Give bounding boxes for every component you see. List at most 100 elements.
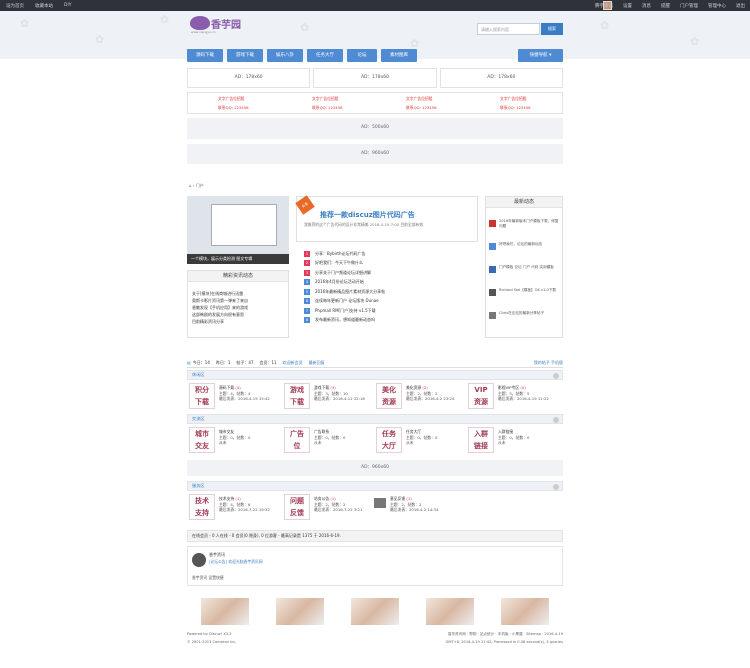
home-icon[interactable]: ⌂ [189, 183, 192, 188]
headline-list: 1 分享：Bybirth论坛代码广告 2 好吧我们：今天下午做什么 3 分享关于门户频… [304, 249, 478, 325]
shout-links: 香芋资讯 设置快捷 [192, 575, 224, 580]
photo-thumb[interactable] [201, 598, 249, 625]
mobile-link[interactable]: 手机版 [551, 360, 563, 365]
text-ads: 文字广告位招租 联系QQ: 123456 文字广告位招租 联系QQ: 12345… [187, 92, 563, 114]
text-ad-link[interactable]: 文字广告位招租 [312, 96, 339, 102]
list-item[interactable]: 好吧我们，论坛的最新动态 [489, 242, 561, 260]
nav-item-tasks[interactable]: 任务大厅 [307, 49, 343, 62]
paw-icon: ✿ [95, 33, 105, 46]
welcome-link[interactable]: 欢迎新会员 [283, 360, 303, 366]
ad-banner-500[interactable]: AD：500x60 [187, 118, 563, 139]
footer-links[interactable]: 香芋资讯网 · 帮助 · 站点统计 · 手机版 · 小黑屋 · Sitemap … [448, 632, 563, 637]
list-item[interactable]: 目前精彩资讯分享 [188, 318, 288, 325]
my-posts-link[interactable]: 我的帖子 [534, 360, 550, 365]
ad-banner-960[interactable]: AD：960x60 [187, 144, 563, 164]
list-item[interactable]: 6 连续每年更新门户 论坛版块 Dunae [304, 297, 478, 307]
avatar[interactable] [192, 553, 206, 567]
bookmark-link[interactable]: 收藏本站 [35, 3, 53, 9]
list-item[interactable]: 5 2016年最新精品图片素材资源大分享帖 [304, 287, 478, 297]
nav-item-source[interactable]: 源码下载 [187, 49, 223, 62]
photo-thumb[interactable] [501, 598, 549, 625]
search-input[interactable]: 请输入搜索内容 [477, 23, 540, 35]
forum-item[interactable]: 入群 链接 入群链接 主题：0，帖数：0 从未 [468, 425, 558, 457]
list-item[interactable]: 奥斯卡影片资讯第一弹来了来自 [188, 297, 288, 304]
nav-item-games[interactable]: 游戏下载 [227, 49, 263, 62]
footer-copyright: © 2001-2013 Comsenz Inc. [187, 640, 237, 644]
forum-section-header[interactable]: 服务区 [187, 481, 563, 491]
footer-meta: GMT+8, 2016-4-19 21:42, Processed in 0.0… [445, 640, 563, 644]
headline-title[interactable]: 推荐一款discuz图片代码广告 [320, 210, 415, 220]
forum-section-header[interactable]: 交流区 [187, 414, 563, 424]
forum-item[interactable]: 意见反馈 (1) 主题：2，帖数：2 最后发表：2016-4-2 14:34 [374, 492, 464, 524]
text-ad-contact: 联系QQ: 123456 [312, 105, 343, 110]
forum-item[interactable]: 技术 支持 技术支持 (1) 主题：4，帖数：6 最后发表：2016-7-22 19:… [189, 492, 279, 524]
list-item[interactable]: Richard Siel【模板】OK v1.0下载 [489, 288, 561, 306]
nav-item-gallery[interactable]: 素材图库 [381, 49, 417, 62]
quick-nav-dropdown[interactable]: 快捷导航 ▾ [518, 49, 563, 62]
portal-admin-link[interactable]: 门户管理 [680, 3, 698, 9]
list-item[interactable]: 2016年最新版本门户模板下载，修复问题 [489, 219, 561, 237]
forum-item[interactable]: VIP 资源 影视VIP专区 (5) 主题：5，帖数：5 最后发表：2016-4-19… [468, 381, 558, 413]
shout-user[interactable]: 香芋资讯 [209, 552, 225, 558]
list-item[interactable]: 3 分享关于门户频道论坛详细讲解 [304, 268, 478, 278]
settings-link[interactable]: 设置 [623, 3, 632, 9]
set-home-link[interactable]: 设为首页 [6, 3, 24, 9]
thumb-icon [489, 243, 496, 250]
ad-slot[interactable]: AD：178x60 [187, 68, 311, 88]
list-item[interactable]: 8 发布最新资讯，想知道最新动态吗 [304, 316, 478, 326]
list-item[interactable]: 关于[模块]在线商城进行迅雷 [188, 290, 288, 297]
text-ad-link[interactable]: 文字广告位招租 [406, 96, 433, 102]
forum-item[interactable]: 广告 位广告联系 主题：0，帖数：0 从未 [284, 425, 374, 457]
forum-default-icon [374, 498, 386, 508]
forum-section-header[interactable]: 休闲区 [187, 370, 563, 380]
latest-reply-link[interactable]: 最新回复 [309, 360, 325, 366]
site-logo[interactable]: 香芋园 www.xiangyu.cn [190, 16, 246, 36]
list-item[interactable]: 门户模板 论坛 门户 代码 实用模板 [489, 265, 561, 283]
slideshow[interactable]: 一个模块，展示分类检测 图文专辑 [187, 196, 289, 264]
photo-thumb[interactable] [276, 598, 324, 625]
paw-icon: ✿ [20, 17, 30, 30]
top-bar: 设为首页 收藏本站 DIY 腾宇资讯 设置 消息 提醒 门户管理 管理中心 退出 [0, 0, 750, 11]
list-item[interactable]: Chris在论坛的最新分享帖子 [489, 311, 561, 329]
diy-link[interactable]: DIY [64, 3, 72, 9]
list-item[interactable]: 香魅发现【手机应用】来的游戏 [188, 304, 288, 311]
forum-item[interactable]: 美化 资源 美化资源 (2) 主题：2，帖数：2 最后发表：2016-4-2 23:2… [376, 381, 466, 413]
forum-item[interactable]: 游戏 下载 游戏下载 (3) 主题：3，帖数：10 最后发表：2016-4-12 22… [284, 381, 374, 413]
nav-item-gossip[interactable]: 娱乐八卦 [267, 49, 303, 62]
photo-thumb[interactable] [351, 598, 399, 625]
nav-item-forum[interactable]: 论坛 [347, 49, 377, 62]
ad-slot[interactable]: AD：178x60 [313, 68, 437, 88]
shout-message[interactable]: [论坛公告] 欢迎光临香芋资讯网 [209, 559, 263, 565]
forum-item[interactable]: 城市 交友 城市交友 主题：0，帖数：0 从未 [189, 425, 279, 457]
admin-center-link[interactable]: 管理中心 [708, 3, 726, 9]
breadcrumb-portal[interactable]: 门户 [196, 183, 204, 188]
slide-caption[interactable]: 一个模块，展示分类检测 图文专辑 [187, 254, 289, 264]
text-ad-contact: 联系QQ: 123456 [218, 105, 249, 110]
user-menu: 腾宇资讯 设置 消息 提醒 门户管理 管理中心 退出 [595, 3, 745, 9]
forum-item[interactable]: 任务 大厅 任务大厅 主题：0，帖数：0 从未 [376, 425, 466, 457]
search-button[interactable]: 搜索 [541, 23, 563, 35]
photo-strip [187, 598, 563, 626]
text-ad-link[interactable]: 文字广告位招租 [218, 96, 245, 102]
main-nav: 源码下载 游戏下载 娱乐八卦 任务大厅 论坛 素材图库 快捷导航 ▾ [187, 49, 563, 62]
logout-link[interactable]: 退出 [736, 3, 745, 9]
messages-link[interactable]: 消息 [642, 3, 651, 9]
list-item[interactable]: 2 好吧我们：今天下午做什么 [304, 259, 478, 269]
list-item[interactable]: 7 Phpmall RM[门户]支持 v1.5下载 [304, 306, 478, 316]
ad-banner-960[interactable]: AD：960x60 [187, 460, 563, 476]
username-link[interactable]: 腾宇资讯 [595, 3, 613, 9]
notify-link[interactable]: 提醒 [661, 3, 670, 9]
forum-item[interactable]: 积分 下载 源码下载 (4) 主题：4，帖数：4 最后发表：2016-4-19 15:… [189, 381, 279, 413]
text-ad-link[interactable]: 文字广告位招租 [500, 96, 527, 102]
ad-slot[interactable]: AD：178x60 [439, 68, 563, 88]
thumb-icon [489, 289, 496, 296]
list-item[interactable]: 1 分享：Bybirth论坛代码广告 [304, 249, 478, 259]
thumb-icon [489, 266, 496, 273]
list-item[interactable]: 这部韩剧的发展方向很有意思 [188, 311, 288, 318]
forum-item[interactable]: 问题 反馈 站务公告 (1) 主题：2，帖数：2 最后发表：2016-7-22 3:2… [284, 492, 374, 524]
stat-today: 今日：14 [192, 359, 210, 365]
photo-thumb[interactable] [426, 598, 474, 625]
footer-powered[interactable]: Powered by Discuz! X3.2 [187, 632, 232, 636]
list-item[interactable]: 4 2016年4月份论坛活动开始 [304, 278, 478, 288]
shout-box: 香芋资讯 [论坛公告] 欢迎光临香芋资讯网 香芋资讯 设置快捷 [187, 546, 563, 586]
